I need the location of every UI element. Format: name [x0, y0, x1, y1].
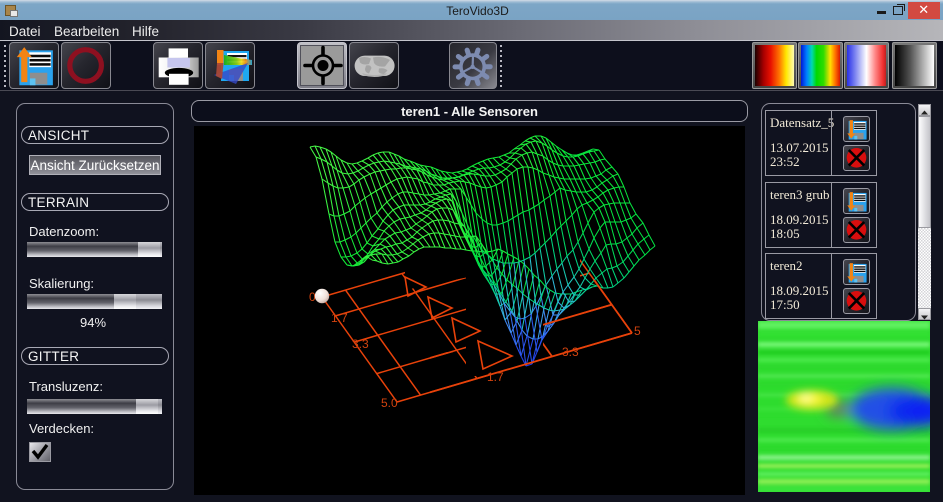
svg-text:5: 5 — [634, 324, 641, 338]
svg-text:3.3: 3.3 — [562, 345, 579, 359]
svg-text:5.0: 5.0 — [381, 396, 398, 410]
svg-text:1.7: 1.7 — [331, 311, 348, 325]
svg-text:3.3: 3.3 — [352, 337, 369, 351]
svg-text:1.7: 1.7 — [487, 370, 504, 384]
